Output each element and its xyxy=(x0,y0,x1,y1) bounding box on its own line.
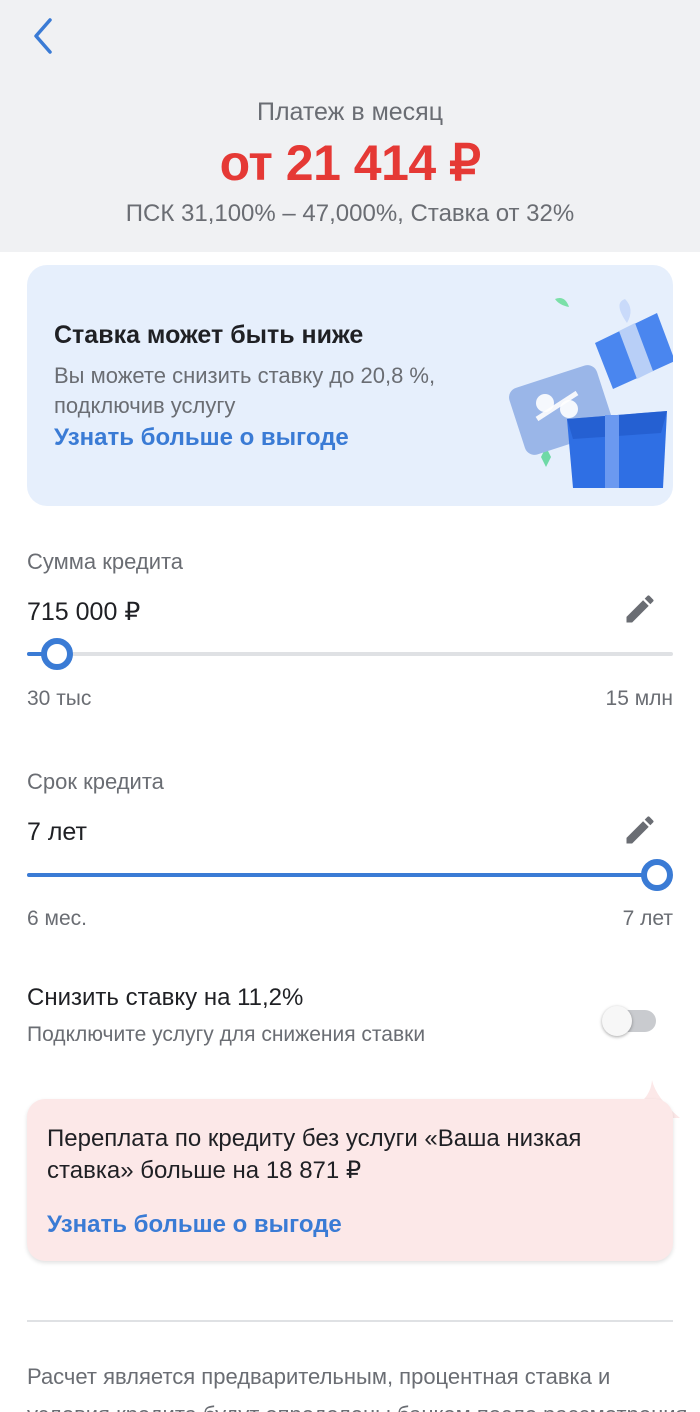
loan-amount-label: Сумма кредита xyxy=(27,549,184,574)
promo-title: Ставка может быть ниже xyxy=(54,321,364,349)
loan-term-max: 7 лет xyxy=(622,907,673,930)
payment-header: Платеж в месяц от 21 414 ₽ ПСК 31,100% –… xyxy=(0,0,700,252)
loan-amount-max: 15 млн xyxy=(605,687,673,710)
disclaimer-line-1: Расчет является предварительным, процент… xyxy=(27,1364,611,1389)
pencil-icon xyxy=(626,816,654,844)
promo-learn-more-link[interactable]: Узнать больше о выгоде xyxy=(54,424,349,452)
psk-rate-text: ПСК 31,100% – 47,000%, Ставка от 32% xyxy=(125,200,575,227)
pencil-icon xyxy=(626,595,654,623)
gift-box-icon xyxy=(509,298,673,488)
overpayment-text: Переплата по кредиту без услуги «Ваша ни… xyxy=(47,1125,582,1184)
disclaimer-line-2: условия кредита будут определены банком … xyxy=(27,1400,687,1412)
loan-amount-min: 30 тыс xyxy=(27,687,92,710)
lower-rate-toggle-title: Снизить ставку на 11,2% xyxy=(27,984,304,1011)
loan-amount-slider-thumb[interactable] xyxy=(40,638,73,670)
lower-rate-toggle-subtitle: Подключите услугу для снижения ставки xyxy=(27,1023,426,1046)
overpayment-note: Переплата по кредиту без услуги «Ваша ни… xyxy=(27,1099,673,1261)
rate-promo-card: Ставка может быть ниже Вы можете снизить… xyxy=(27,265,673,506)
loan-term-label: Срок кредита xyxy=(27,769,164,794)
loan-term-slider[interactable] xyxy=(27,859,673,891)
overpayment-learn-more-link[interactable]: Узнать больше о выгоде xyxy=(47,1211,342,1239)
edit-loan-term-button[interactable] xyxy=(622,812,658,848)
monthly-payment-amount: от 21 414 ₽ xyxy=(219,135,481,191)
back-button[interactable] xyxy=(20,14,64,58)
chevron-left-icon xyxy=(34,18,52,54)
promo-text: Вы можете снизить ставку до 20,8 %, подк… xyxy=(54,363,436,418)
divider xyxy=(27,1320,673,1322)
loan-term-slider-thumb[interactable] xyxy=(641,859,673,891)
loan-term-value[interactable]: 7 лет xyxy=(27,818,87,847)
monthly-payment-label: Платеж в месяц xyxy=(256,98,444,126)
edit-loan-amount-button[interactable] xyxy=(622,591,658,627)
loan-amount-slider[interactable] xyxy=(27,638,673,670)
loan-amount-value[interactable]: 715 000 ₽ xyxy=(27,597,140,627)
loan-term-min: 6 мес. xyxy=(27,907,87,930)
lower-rate-toggle[interactable] xyxy=(602,1006,656,1036)
toggle-knob xyxy=(602,1006,632,1036)
loan-term-slider-fill xyxy=(27,873,657,877)
